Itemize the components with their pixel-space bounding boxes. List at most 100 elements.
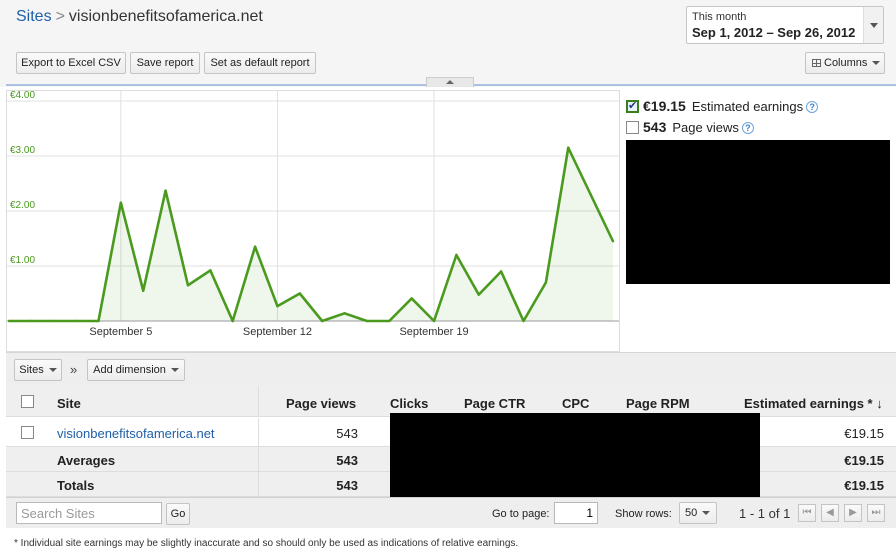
date-range-picker[interactable]: This month Sep 1, 2012 – Sep 26, 2012 bbox=[686, 6, 884, 44]
data-point bbox=[7, 319, 11, 323]
data-point bbox=[142, 289, 145, 292]
goto-page-input[interactable] bbox=[554, 502, 598, 524]
data-point bbox=[97, 319, 100, 323]
data-point bbox=[544, 281, 548, 284]
row-page-views: 543 bbox=[336, 426, 358, 441]
export-csv-button[interactable]: Export to Excel CSV bbox=[16, 52, 126, 74]
data-point bbox=[388, 319, 391, 323]
earnings-line bbox=[9, 146, 615, 323]
caret-down-icon bbox=[48, 368, 57, 373]
show-rows-label: Show rows: bbox=[615, 508, 672, 520]
column-divider bbox=[258, 472, 259, 496]
columns-button[interactable]: Columns bbox=[805, 52, 885, 74]
earnings-area bbox=[9, 147, 613, 321]
site-link[interactable]: visionbenefitsofamerica.net bbox=[57, 426, 215, 441]
sites-dimension-label: Sites bbox=[19, 364, 44, 376]
earnings-checkbox[interactable] bbox=[626, 99, 639, 113]
data-point bbox=[455, 253, 458, 257]
search-go-button[interactable]: Go bbox=[166, 503, 190, 525]
prev-page-icon[interactable]: ◀ bbox=[821, 504, 839, 522]
header-clicks[interactable]: Clicks bbox=[390, 396, 428, 411]
collapse-chart-toggle[interactable] bbox=[426, 77, 474, 87]
header-page-rpm[interactable]: Page RPM bbox=[626, 396, 690, 411]
pageviews-total: 543 bbox=[643, 119, 667, 135]
data-point bbox=[432, 319, 436, 323]
header-page-views[interactable]: Page views bbox=[286, 396, 356, 411]
help-icon[interactable]: ? bbox=[806, 101, 819, 113]
header-site[interactable]: Site bbox=[57, 396, 81, 411]
date-range-label: This month bbox=[692, 11, 747, 23]
save-report-button[interactable]: Save report bbox=[130, 52, 200, 74]
breadcrumb: Sites > visionbenefitsofamerica.net bbox=[16, 8, 263, 26]
header-page-ctr[interactable]: Page CTR bbox=[464, 396, 525, 411]
caret-down-icon bbox=[170, 368, 179, 373]
data-point bbox=[499, 270, 503, 273]
data-point bbox=[52, 319, 55, 323]
y-tick-label: €3.00 bbox=[10, 145, 35, 156]
data-point bbox=[276, 304, 279, 308]
sites-dimension-button[interactable]: Sites bbox=[14, 359, 62, 381]
set-default-report-button[interactable]: Set as default report bbox=[204, 52, 316, 74]
select-all-checkbox[interactable] bbox=[21, 395, 34, 408]
data-point bbox=[567, 146, 570, 149]
caret-down-icon bbox=[872, 61, 881, 66]
column-divider bbox=[258, 386, 259, 416]
dimension-arrow: » bbox=[70, 362, 78, 377]
redacted-block bbox=[626, 140, 890, 284]
data-point bbox=[365, 319, 369, 323]
averages-page-views: 543 bbox=[336, 453, 358, 468]
y-tick-label: €1.00 bbox=[10, 255, 35, 266]
totals-label: Totals bbox=[57, 478, 95, 493]
data-point bbox=[343, 312, 346, 315]
breadcrumb-current-site: visionbenefitsofamerica.net bbox=[68, 8, 263, 25]
breadcrumb-separator: > bbox=[55, 8, 65, 25]
data-point bbox=[164, 189, 167, 192]
legend-earnings: €19.15 Estimated earnings? bbox=[626, 98, 819, 114]
redacted-block bbox=[390, 413, 760, 497]
data-point bbox=[231, 319, 234, 323]
pagination-range: 1 - 1 of 1 bbox=[739, 506, 791, 521]
column-divider bbox=[258, 447, 259, 471]
data-point bbox=[477, 293, 480, 296]
first-page-icon[interactable]: ⏮ bbox=[798, 504, 816, 522]
averages-label: Averages bbox=[57, 453, 116, 468]
add-dimension-label: Add dimension bbox=[93, 364, 166, 376]
row-estimated-earnings: €19.15 bbox=[844, 426, 884, 441]
data-point bbox=[253, 245, 257, 248]
data-point bbox=[186, 284, 190, 287]
next-page-icon[interactable]: ▶ bbox=[844, 504, 862, 522]
earnings-chart: €1.00 €2.00 €3.00 €4.00 September 5 September… bbox=[6, 90, 620, 352]
report-header: Sites > visionbenefitsofamerica.net This m… bbox=[0, 0, 896, 87]
data-point bbox=[320, 319, 324, 323]
chevron-down-icon[interactable] bbox=[863, 7, 883, 43]
column-divider bbox=[258, 418, 259, 446]
earnings-metric-name: Estimated earnings bbox=[691, 99, 804, 114]
search-sites-input[interactable] bbox=[16, 502, 162, 524]
header-cpc[interactable]: CPC bbox=[562, 396, 589, 411]
data-point bbox=[209, 269, 212, 272]
add-dimension-button[interactable]: Add dimension bbox=[87, 359, 185, 381]
x-tick-label: September 12 bbox=[243, 326, 312, 338]
totals-page-views: 543 bbox=[336, 478, 358, 493]
last-page-icon[interactable]: ⏭ bbox=[867, 504, 885, 522]
data-point bbox=[298, 292, 302, 295]
data-point bbox=[74, 319, 78, 323]
header-estimated-earnings[interactable]: Estimated earnings * ↓ bbox=[744, 396, 883, 411]
breadcrumb-sites-link[interactable]: Sites bbox=[16, 8, 52, 25]
columns-icon bbox=[812, 59, 821, 67]
footnote: * Individual site earnings may be slight… bbox=[14, 538, 519, 549]
x-tick-label: September 19 bbox=[399, 326, 468, 338]
averages-earnings: €19.15 bbox=[844, 453, 884, 468]
dimension-bar: Sites » Add dimension bbox=[6, 352, 896, 386]
show-rows-value: 50 bbox=[685, 507, 698, 519]
data-point bbox=[410, 297, 413, 300]
earnings-total: €19.15 bbox=[643, 98, 686, 114]
pageviews-metric-name: Page views bbox=[672, 120, 739, 135]
y-tick-label: €4.00 bbox=[10, 91, 35, 101]
pageviews-checkbox[interactable] bbox=[626, 121, 639, 134]
row-checkbox[interactable] bbox=[21, 426, 34, 439]
table-footer: Go Go to page: Show rows: 50 1 - 1 of 1 … bbox=[6, 497, 896, 528]
show-rows-select[interactable]: 50 bbox=[679, 502, 717, 524]
help-icon[interactable]: ? bbox=[741, 122, 754, 134]
data-point bbox=[589, 193, 592, 196]
